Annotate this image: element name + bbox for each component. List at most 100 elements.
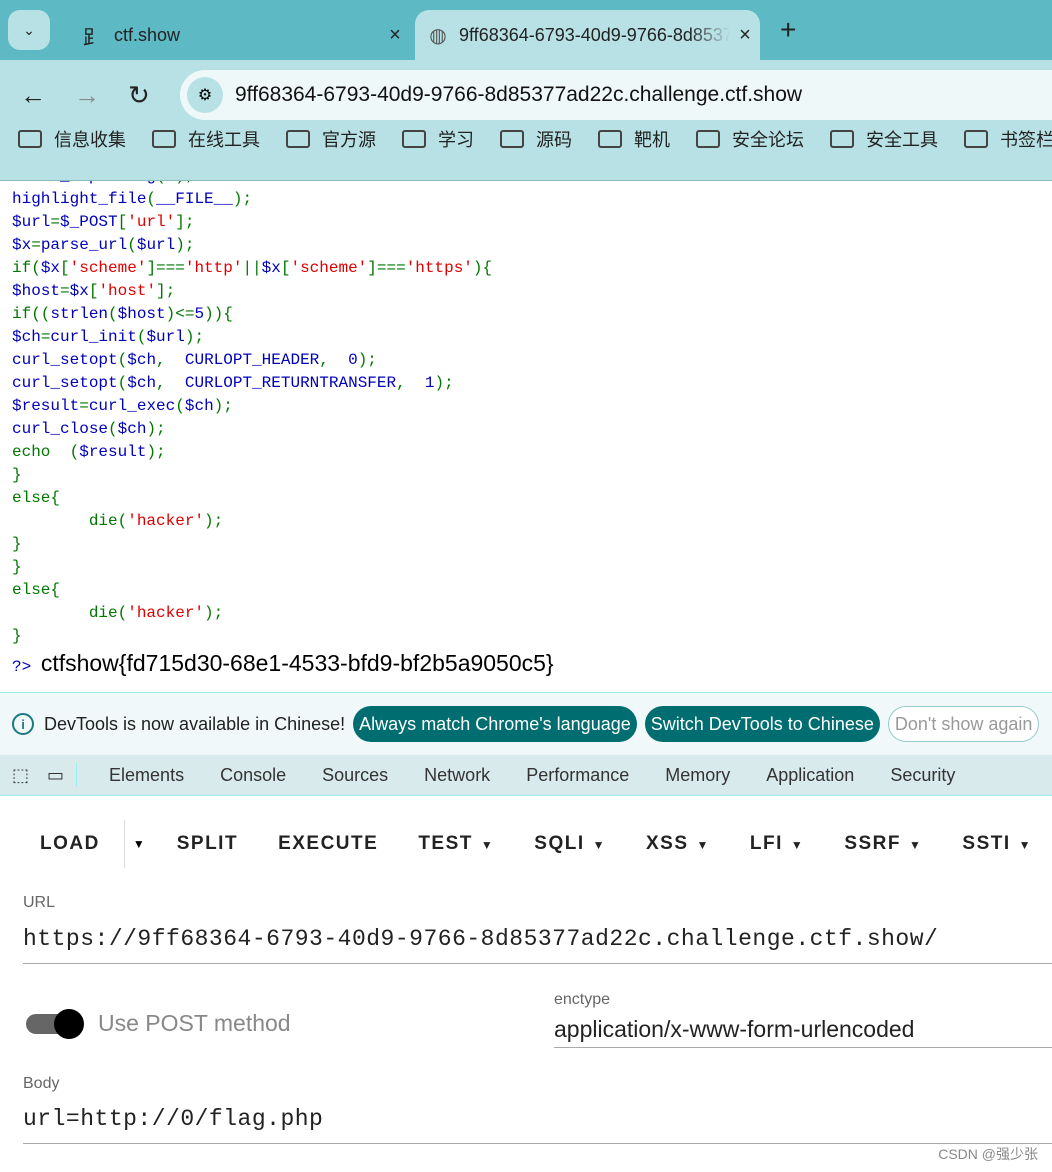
switch-to-chinese-button[interactable]: Switch DevTools to Chinese [644,706,880,742]
bookmark-label: 在线工具 [188,130,260,150]
code-token: $ch [184,397,214,415]
browser-toolbar: ← → ↻ ⚙ 9ff68364-6793-40d9-9766-8d85377a… [0,60,1052,181]
code-line: $ch=curl_init($url); [12,326,1052,349]
test-button[interactable]: TEST ▼ [418,833,494,855]
code-token: parse_url [40,236,128,254]
code-token: curl_setopt [12,374,118,392]
code-token: ){ [472,259,493,277]
bookmark-folder[interactable]: 官方源 [286,126,376,152]
folder-icon [18,130,42,148]
dont-show-again-button[interactable]: Don't show again [887,706,1040,742]
code-token: curl_init [50,328,137,346]
close-tab-icon[interactable]: × [730,24,760,47]
code-token: 'hacker' [127,604,205,622]
xss-button[interactable]: XSS ▼ [646,833,710,855]
use-post-toggle[interactable] [26,1009,84,1039]
bookmark-folder[interactable]: 信息收集 [18,126,126,152]
code-token: } [12,535,22,553]
code-line: die('hacker'); [12,510,1052,533]
execute-button[interactable]: EXECUTE [278,833,378,855]
devtools-tab-application[interactable]: Application [766,765,854,786]
code-token: 0 [166,181,176,185]
code-token: CURLOPT_HEADER [184,351,320,369]
ssti-button[interactable]: SSTI ▼ [962,833,1032,855]
code-token: ( [117,351,128,369]
address-text[interactable]: 9ff68364-6793-40d9-9766-8d85377ad22c.cha… [235,83,802,107]
code-token: else{ [12,489,61,507]
devtools-tabbar: ⬚ ▭ Elements Console Sources Network Perform… [0,755,1052,796]
load-button[interactable]: LOAD [40,833,100,855]
back-icon[interactable]: ← [20,80,46,111]
code-token: $x [40,259,61,277]
code-token: $result [79,443,147,461]
bookmark-folder[interactable]: 靶机 [598,126,670,152]
code-token: if( [12,259,41,277]
code-line: } [12,556,1052,579]
site-info-icon[interactable]: ⚙ [187,77,223,113]
php-source: error_reporting(0);highlight_file(__FILE… [0,181,1052,648]
url-input[interactable]: https://9ff68364-6793-40d9-9766-8d85377a… [23,926,1052,964]
code-token: = [50,213,61,231]
always-match-language-button[interactable]: Always match Chrome's language [353,706,637,742]
tab-search-button[interactable]: ⌄ [8,10,50,50]
menu-label: LFI [749,833,783,854]
divider [123,820,125,868]
code-token: , [156,374,185,392]
bookmark-folder[interactable]: 在线工具 [152,126,260,152]
bookmark-label: 靶机 [634,130,670,150]
devtools-tab-performance[interactable]: Performance [526,765,629,786]
bookmark-folder[interactable]: 安全论坛 [696,126,804,152]
code-token: $result [12,397,80,415]
lfi-button[interactable]: LFI ▼ [750,833,804,855]
code-token: = [31,236,41,254]
code-token: )<= [165,305,195,323]
folder-icon [696,130,720,148]
devtools-tab-sources[interactable]: Sources [322,765,388,786]
devtools-tab-elements[interactable]: Elements [109,765,184,786]
bookmark-folder[interactable]: 学习 [402,126,474,152]
code-token: CURLOPT_RETURNTRANSFER [184,374,397,392]
sqli-button[interactable]: SQLI ▼ [534,833,606,855]
close-tab-icon[interactable]: × [380,24,410,47]
chevron-down-icon: ⌄ [23,21,35,38]
code-token: ); [146,443,166,461]
device-toolbar-icon[interactable]: ▭ [47,765,64,786]
code-token: 'https' [405,259,473,277]
code-token: 'hacker' [127,512,205,530]
code-token: $ch [12,328,41,346]
watermark: CSDN @强少张 [938,1146,1038,1162]
bookmark-folder[interactable]: 安全工具 [830,126,938,152]
code-line: else{ [12,487,1052,510]
hackbar-panel: LOAD ▼ SPLIT EXECUTE TEST ▼ SQLI ▼ XSS ▼ LFI ▼ SSRF ▼… [0,796,1052,1172]
globe-icon: ◍ [429,24,447,47]
tab-ctfshow[interactable]: ⻊ ctf.show × [70,10,410,60]
reload-icon[interactable]: ↻ [128,80,150,111]
ssrf-button[interactable]: SSRF ▼ [844,833,922,855]
code-token: = [60,282,70,300]
new-tab-button[interactable]: + [780,14,796,46]
devtools-tab-memory[interactable]: Memory [665,765,730,786]
address-bar[interactable]: ⚙ 9ff68364-6793-40d9-9766-8d85377ad22c.c… [180,70,1052,120]
devtools-tab-console[interactable]: Console [220,765,286,786]
devtools-tab-network[interactable]: Network [424,765,490,786]
tab-challenge[interactable]: ◍ 9ff68364-6793-40d9-9766-8d85377ad22c.c… [415,10,760,60]
code-line: $url=$_POST['url']; [12,211,1052,234]
folder-icon [152,130,176,148]
forward-icon[interactable]: → [74,80,100,111]
load-dropdown-icon[interactable]: ▼ [133,837,145,851]
code-token: ]; [156,282,176,300]
inspect-element-icon[interactable]: ⬚ [12,765,29,786]
infobar-message: DevTools is now available in Chinese! [44,713,346,734]
devtools-tab-security[interactable]: Security [890,765,955,786]
menu-label: SQLI [534,833,585,854]
bookmark-folder[interactable]: 源码 [500,126,572,152]
enctype-select[interactable]: application/x-www-form-urlencoded [554,1016,1052,1048]
devtools-language-infobar: i DevTools is now available in Chinese! … [0,692,1052,755]
bookmark-folder[interactable]: 书签栏 [964,126,1052,152]
bookmark-label: 信息收集 [54,130,126,150]
split-button[interactable]: SPLIT [177,833,238,855]
code-token: $host [117,305,166,323]
toggle-knob [54,1009,84,1039]
body-input[interactable]: url=http://0/flag.php [23,1106,1052,1144]
code-token: error_reporting [12,181,156,185]
